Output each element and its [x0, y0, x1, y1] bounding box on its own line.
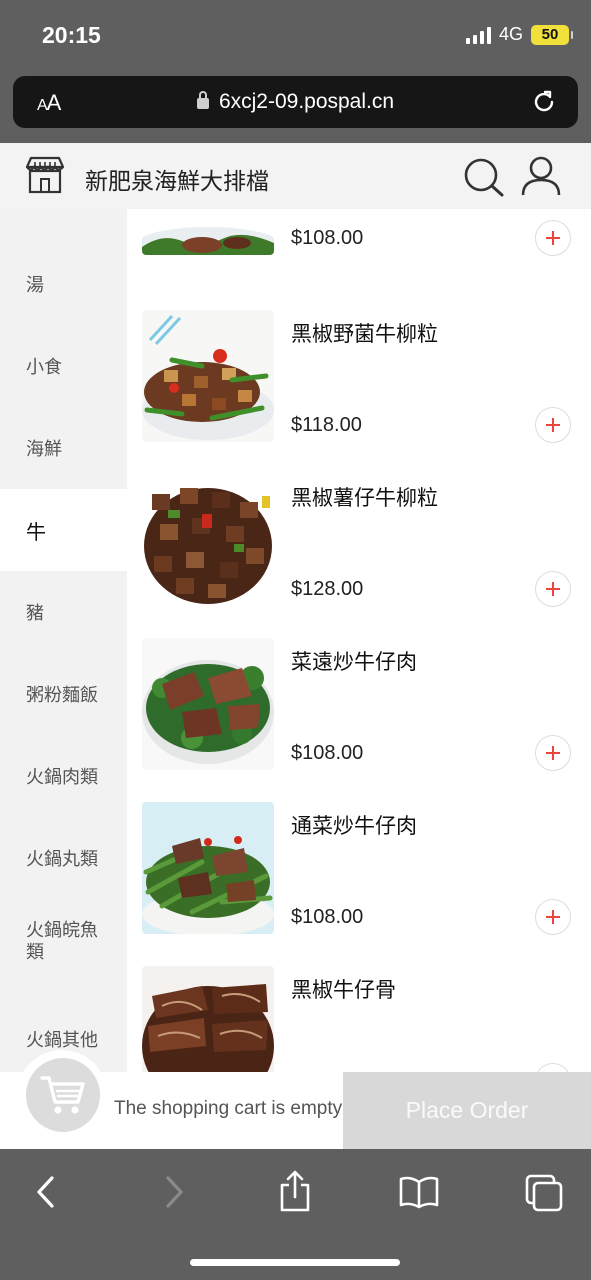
reload-icon[interactable] — [530, 88, 558, 116]
share-icon[interactable] — [278, 1169, 312, 1213]
product-name: 黑椒牛仔骨 — [291, 979, 396, 1002]
product-price: $128.00 — [291, 578, 364, 600]
product-price: $118.00 — [291, 414, 362, 436]
sidebar-item-beef[interactable]: 牛 — [0, 489, 127, 571]
product-item[interactable]: 黑椒牛仔骨 — [127, 966, 591, 1072]
plus-icon — [546, 231, 560, 245]
plus-icon — [546, 582, 560, 596]
add-to-cart-button[interactable] — [535, 407, 571, 443]
cart-button[interactable] — [26, 1058, 100, 1132]
sidebar-item-soup[interactable]: 湯 — [0, 243, 127, 325]
product-name: 菜遠炒牛仔肉 — [291, 651, 417, 674]
plus-icon — [546, 418, 560, 432]
product-price: $108.00 — [291, 906, 364, 928]
place-order-button[interactable]: Place Order — [343, 1072, 591, 1149]
add-to-cart-button[interactable] — [535, 735, 571, 771]
product-name: 黑椒野菌牛柳粒 — [291, 323, 438, 346]
tabs-icon[interactable] — [524, 1173, 564, 1213]
product-name: 通菜炒牛仔肉 — [291, 815, 417, 838]
address-bar[interactable]: AA 6xcj2-09.pospal.cn — [13, 76, 578, 128]
product-item[interactable]: 菜遠炒牛仔肉 $108.00 — [127, 638, 591, 802]
product-price: $108.00 — [291, 227, 364, 249]
product-price: $108.00 — [291, 742, 364, 764]
plus-icon — [546, 746, 560, 760]
add-to-cart-button[interactable] — [535, 571, 571, 607]
back-icon[interactable] — [32, 1173, 60, 1211]
sidebar-item-pork[interactable]: 豬 — [0, 571, 127, 653]
network-type: 4G — [498, 24, 523, 44]
product-image[interactable] — [142, 209, 274, 255]
product-image[interactable] — [142, 310, 274, 442]
url-text: 6xcj2-09.pospal.cn — [218, 90, 395, 113]
status-bar: 20:15 4G 50 — [0, 0, 591, 72]
add-to-cart-button[interactable] — [535, 1063, 571, 1072]
sidebar-item-hotpot-meat[interactable]: 火鍋肉類 — [0, 735, 127, 817]
lock-icon — [196, 91, 209, 109]
search-icon[interactable] — [462, 156, 506, 198]
sidebar-item-hotpot-balls[interactable]: 火鍋丸類 — [0, 817, 127, 899]
add-to-cart-button[interactable] — [535, 899, 571, 935]
user-icon[interactable] — [520, 155, 562, 197]
status-time: 20:15 — [42, 22, 101, 48]
sidebar-item-snacks[interactable]: 小食 — [0, 325, 127, 407]
product-name: 黑椒薯仔牛柳粒 — [291, 487, 438, 510]
home-indicator[interactable] — [190, 1259, 400, 1266]
cart-empty-text: The shopping cart is empty — [114, 1098, 343, 1119]
store-name: 新肥泉海鮮大排檔 — [85, 168, 269, 194]
sidebar-item-congee-noodles-rice[interactable]: 粥粉麵飯 — [0, 653, 127, 735]
shopping-cart-icon — [40, 1076, 85, 1114]
product-item[interactable]: 通菜炒牛仔肉 $108.00 — [127, 802, 591, 966]
add-to-cart-button[interactable] — [535, 220, 571, 256]
url-field[interactable]: 6xcj2-09.pospal.cn — [13, 90, 578, 114]
bookmarks-icon[interactable] — [398, 1175, 440, 1209]
product-item[interactable]: 黑椒薯仔牛柳粒 $128.00 — [127, 474, 591, 638]
product-list: 牛 $108.00 黑椒野菌牛柳粒 $118.00 — [127, 209, 591, 1072]
product-image[interactable] — [142, 802, 274, 934]
product-item[interactable]: 黑椒野菌牛柳粒 $118.00 — [127, 310, 591, 474]
store-icon[interactable] — [24, 155, 66, 195]
product-image[interactable] — [142, 474, 274, 606]
sidebar-item-seafood[interactable]: 海鮮 — [0, 407, 127, 489]
cart-bar: The shopping cart is empty Place Order — [0, 1050, 591, 1149]
forward-icon[interactable] — [160, 1173, 188, 1211]
product-image[interactable] — [142, 966, 274, 1072]
battery-icon: 50 — [531, 24, 573, 45]
sidebar-item-partial[interactable] — [0, 209, 127, 229]
plus-icon — [546, 910, 560, 924]
app-header: 新肥泉海鮮大排檔 — [0, 143, 591, 209]
sidebar-item-hotpot-fish[interactable]: 火鍋皖魚類 — [0, 899, 108, 981]
category-sidebar: 湯 小食 海鮮 牛 豬 粥粉麵飯 火鍋肉類 火鍋丸類 火鍋皖魚類 火鍋其他 — [0, 209, 127, 1072]
product-item[interactable]: $108.00 — [127, 209, 591, 287]
product-image[interactable] — [142, 638, 274, 770]
signal-icon — [465, 26, 491, 44]
